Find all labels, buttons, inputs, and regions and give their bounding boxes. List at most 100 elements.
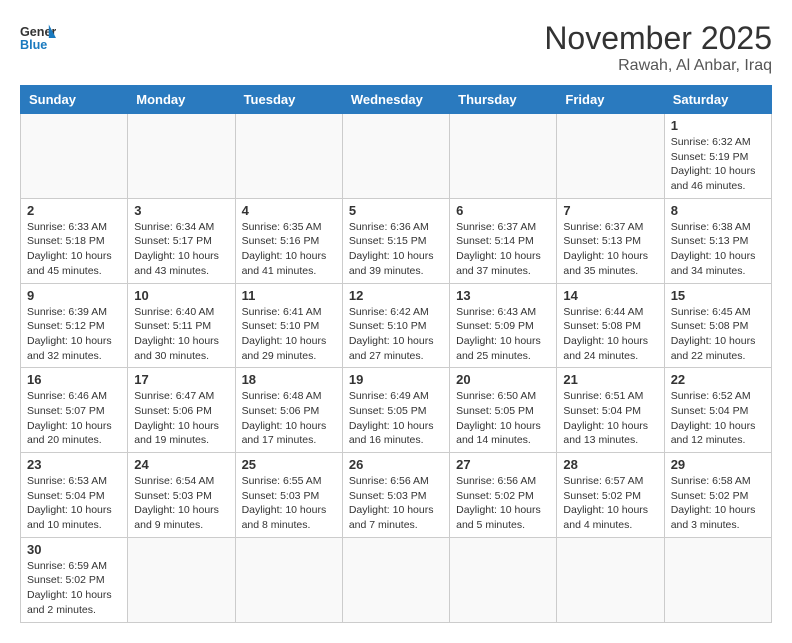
calendar-cell-0-0 <box>21 114 128 199</box>
day-info: Sunrise: 6:39 AM Sunset: 5:12 PM Dayligh… <box>27 305 121 364</box>
day-info: Sunrise: 6:55 AM Sunset: 5:03 PM Dayligh… <box>242 474 336 533</box>
svg-text:Blue: Blue <box>20 38 47 52</box>
day-info: Sunrise: 6:35 AM Sunset: 5:16 PM Dayligh… <box>242 220 336 279</box>
day-number: 3 <box>134 203 228 218</box>
day-number: 9 <box>27 288 121 303</box>
calendar-cell-4-2: 25 Sunrise: 6:55 AM Sunset: 5:03 PM Dayli… <box>235 453 342 538</box>
calendar-cell-2-0: 9 Sunrise: 6:39 AM Sunset: 5:12 PM Daylig… <box>21 283 128 368</box>
day-info: Sunrise: 6:48 AM Sunset: 5:06 PM Dayligh… <box>242 389 336 448</box>
day-number: 27 <box>456 457 550 472</box>
day-number: 18 <box>242 372 336 387</box>
day-number: 28 <box>563 457 657 472</box>
day-info: Sunrise: 6:34 AM Sunset: 5:17 PM Dayligh… <box>134 220 228 279</box>
day-number: 30 <box>27 542 121 557</box>
calendar-cell-5-2 <box>235 537 342 622</box>
day-info: Sunrise: 6:49 AM Sunset: 5:05 PM Dayligh… <box>349 389 443 448</box>
day-number: 16 <box>27 372 121 387</box>
day-info: Sunrise: 6:47 AM Sunset: 5:06 PM Dayligh… <box>134 389 228 448</box>
day-info: Sunrise: 6:56 AM Sunset: 5:02 PM Dayligh… <box>456 474 550 533</box>
calendar-cell-1-3: 5 Sunrise: 6:36 AM Sunset: 5:15 PM Daylig… <box>342 198 449 283</box>
logo: General Blue <box>20 20 56 56</box>
day-info: Sunrise: 6:59 AM Sunset: 5:02 PM Dayligh… <box>27 559 121 618</box>
calendar-cell-4-6: 29Sunrise: 6:58 AM Sunset: 5:02 PM Dayli… <box>664 453 771 538</box>
calendar-cell-2-6: 15 Sunrise: 6:45 AM Sunset: 5:08 PM Dayli… <box>664 283 771 368</box>
calendar-cell-1-2: 4 Sunrise: 6:35 AM Sunset: 5:16 PM Daylig… <box>235 198 342 283</box>
week-row-1: 2Sunrise: 6:33 AM Sunset: 5:18 PM Daylig… <box>21 198 772 283</box>
calendar-cell-0-5 <box>557 114 664 199</box>
day-number: 6 <box>456 203 550 218</box>
day-info: Sunrise: 6:37 AM Sunset: 5:13 PM Dayligh… <box>563 220 657 279</box>
day-info: Sunrise: 6:51 AM Sunset: 5:04 PM Dayligh… <box>563 389 657 448</box>
day-info: Sunrise: 6:44 AM Sunset: 5:08 PM Dayligh… <box>563 305 657 364</box>
calendar-cell-3-6: 22Sunrise: 6:52 AM Sunset: 5:04 PM Dayli… <box>664 368 771 453</box>
calendar-cell-0-6: 1Sunrise: 6:32 AM Sunset: 5:19 PM Daylig… <box>664 114 771 199</box>
day-number: 21 <box>563 372 657 387</box>
day-number: 19 <box>349 372 443 387</box>
day-number: 14 <box>563 288 657 303</box>
calendar-cell-3-3: 19 Sunrise: 6:49 AM Sunset: 5:05 PM Dayli… <box>342 368 449 453</box>
day-number: 8 <box>671 203 765 218</box>
calendar-cell-3-1: 17 Sunrise: 6:47 AM Sunset: 5:06 PM Dayli… <box>128 368 235 453</box>
page-header: General Blue November 2025 Rawah, Al Anb… <box>20 20 772 75</box>
calendar-cell-3-5: 21 Sunrise: 6:51 AM Sunset: 5:04 PM Dayli… <box>557 368 664 453</box>
week-row-5: 30 Sunrise: 6:59 AM Sunset: 5:02 PM Dayli… <box>21 537 772 622</box>
week-row-3: 16 Sunrise: 6:46 AM Sunset: 5:07 PM Dayli… <box>21 368 772 453</box>
weekday-header-saturday: Saturday <box>664 86 771 114</box>
calendar-cell-0-3 <box>342 114 449 199</box>
calendar-cell-2-4: 13Sunrise: 6:43 AM Sunset: 5:09 PM Dayli… <box>450 283 557 368</box>
day-number: 4 <box>242 203 336 218</box>
day-info: Sunrise: 6:37 AM Sunset: 5:14 PM Dayligh… <box>456 220 550 279</box>
calendar-cell-1-1: 3 Sunrise: 6:34 AM Sunset: 5:17 PM Daylig… <box>128 198 235 283</box>
day-info: Sunrise: 6:57 AM Sunset: 5:02 PM Dayligh… <box>563 474 657 533</box>
day-number: 25 <box>242 457 336 472</box>
calendar: SundayMondayTuesdayWednesdayThursdayFrid… <box>20 85 772 623</box>
calendar-cell-2-2: 11Sunrise: 6:41 AM Sunset: 5:10 PM Dayli… <box>235 283 342 368</box>
calendar-cell-1-4: 6 Sunrise: 6:37 AM Sunset: 5:14 PM Daylig… <box>450 198 557 283</box>
calendar-cell-4-1: 24 Sunrise: 6:54 AM Sunset: 5:03 PM Dayli… <box>128 453 235 538</box>
day-info: Sunrise: 6:38 AM Sunset: 5:13 PM Dayligh… <box>671 220 765 279</box>
calendar-cell-4-0: 23 Sunrise: 6:53 AM Sunset: 5:04 PM Dayli… <box>21 453 128 538</box>
day-info: Sunrise: 6:53 AM Sunset: 5:04 PM Dayligh… <box>27 474 121 533</box>
day-number: 24 <box>134 457 228 472</box>
calendar-cell-5-6 <box>664 537 771 622</box>
day-info: Sunrise: 6:54 AM Sunset: 5:03 PM Dayligh… <box>134 474 228 533</box>
weekday-header-wednesday: Wednesday <box>342 86 449 114</box>
calendar-cell-1-5: 7Sunrise: 6:37 AM Sunset: 5:13 PM Daylig… <box>557 198 664 283</box>
day-info: Sunrise: 6:36 AM Sunset: 5:15 PM Dayligh… <box>349 220 443 279</box>
calendar-cell-1-0: 2Sunrise: 6:33 AM Sunset: 5:18 PM Daylig… <box>21 198 128 283</box>
weekday-header-monday: Monday <box>128 86 235 114</box>
calendar-cell-2-5: 14 Sunrise: 6:44 AM Sunset: 5:08 PM Dayli… <box>557 283 664 368</box>
calendar-cell-4-5: 28 Sunrise: 6:57 AM Sunset: 5:02 PM Dayli… <box>557 453 664 538</box>
day-info: Sunrise: 6:56 AM Sunset: 5:03 PM Dayligh… <box>349 474 443 533</box>
week-row-2: 9 Sunrise: 6:39 AM Sunset: 5:12 PM Daylig… <box>21 283 772 368</box>
month-title: November 2025 <box>544 20 772 57</box>
day-number: 5 <box>349 203 443 218</box>
day-info: Sunrise: 6:50 AM Sunset: 5:05 PM Dayligh… <box>456 389 550 448</box>
weekday-header-friday: Friday <box>557 86 664 114</box>
day-number: 1 <box>671 118 765 133</box>
calendar-cell-5-5 <box>557 537 664 622</box>
logo-icon: General Blue <box>20 20 56 56</box>
day-info: Sunrise: 6:45 AM Sunset: 5:08 PM Dayligh… <box>671 305 765 364</box>
day-number: 10 <box>134 288 228 303</box>
day-number: 23 <box>27 457 121 472</box>
calendar-cell-5-4 <box>450 537 557 622</box>
calendar-cell-4-3: 26 Sunrise: 6:56 AM Sunset: 5:03 PM Dayli… <box>342 453 449 538</box>
calendar-cell-5-1 <box>128 537 235 622</box>
day-info: Sunrise: 6:58 AM Sunset: 5:02 PM Dayligh… <box>671 474 765 533</box>
day-info: Sunrise: 6:41 AM Sunset: 5:10 PM Dayligh… <box>242 305 336 364</box>
calendar-cell-0-2 <box>235 114 342 199</box>
day-number: 2 <box>27 203 121 218</box>
day-number: 15 <box>671 288 765 303</box>
day-info: Sunrise: 6:46 AM Sunset: 5:07 PM Dayligh… <box>27 389 121 448</box>
day-number: 17 <box>134 372 228 387</box>
day-number: 22 <box>671 372 765 387</box>
day-number: 13 <box>456 288 550 303</box>
weekday-header-thursday: Thursday <box>450 86 557 114</box>
calendar-cell-5-0: 30 Sunrise: 6:59 AM Sunset: 5:02 PM Dayli… <box>21 537 128 622</box>
day-number: 12 <box>349 288 443 303</box>
calendar-cell-0-1 <box>128 114 235 199</box>
calendar-cell-0-4 <box>450 114 557 199</box>
day-number: 26 <box>349 457 443 472</box>
calendar-cell-3-2: 18 Sunrise: 6:48 AM Sunset: 5:06 PM Dayli… <box>235 368 342 453</box>
